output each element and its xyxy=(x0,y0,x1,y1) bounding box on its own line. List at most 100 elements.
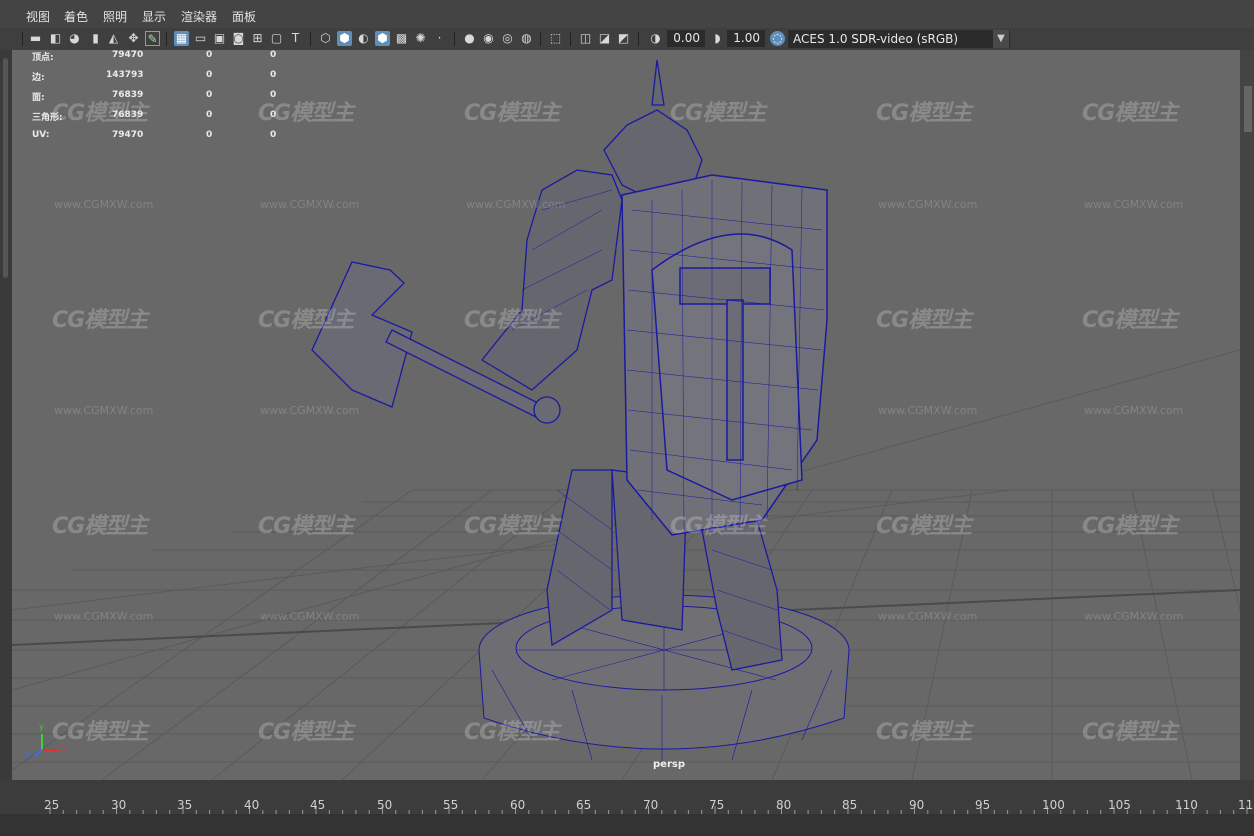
tick-label: 90 xyxy=(909,798,925,812)
film-gate-icon[interactable]: ▭ xyxy=(193,31,208,46)
gamma-field[interactable]: 1.00 xyxy=(727,30,765,47)
hud-value: 0 xyxy=(270,130,277,140)
hud-value: 0 xyxy=(206,70,213,80)
wireframe-on-shaded-icon[interactable]: ◐ xyxy=(356,31,371,46)
gate-mask-icon[interactable]: ◙ xyxy=(231,31,246,46)
shadows-icon[interactable]: ✺ xyxy=(413,31,428,46)
camera-label: persp xyxy=(653,759,685,770)
toolbar-separator xyxy=(454,32,455,46)
scroll-handle[interactable] xyxy=(3,58,8,278)
watermark-url: www.CGMXW.com xyxy=(260,198,360,211)
watermark: CG模型主 xyxy=(876,720,972,745)
color-management-icon[interactable]: ◌ xyxy=(770,31,785,46)
grease-pencil-icon[interactable]: ✎ xyxy=(145,31,160,46)
menu-view[interactable]: 视图 xyxy=(26,8,50,25)
watermark: CG模型主 xyxy=(464,308,560,333)
depth-of-field-icon[interactable]: ◎ xyxy=(500,31,515,46)
tick-label: 40 xyxy=(244,798,260,812)
toolbar-separator xyxy=(570,32,571,46)
watermark-url: www.CGMXW.com xyxy=(260,610,360,623)
tick-label: 85 xyxy=(842,798,858,812)
watermark: CG模型主 xyxy=(670,101,766,126)
camera-lock-icon[interactable]: ◕ xyxy=(67,31,82,46)
hud-value: 76839 xyxy=(112,90,144,100)
hud-value: 0 xyxy=(270,70,277,80)
hud-value: 79470 xyxy=(112,130,144,140)
tick-label: 110 xyxy=(1175,798,1198,812)
hud-value: 143793 xyxy=(106,70,144,80)
watermark-url: www.CGMXW.com xyxy=(878,198,978,211)
watermark: CG模型主 xyxy=(258,308,354,333)
exposure-icon[interactable]: ◑ xyxy=(648,31,663,46)
tick-label: 35 xyxy=(177,798,193,812)
tick-label: 65 xyxy=(576,798,592,812)
bookmark-icon[interactable]: ▮ xyxy=(88,31,103,46)
safe-title-icon[interactable]: T xyxy=(288,31,303,46)
range-slider[interactable] xyxy=(0,814,1254,836)
menu-renderer[interactable]: 渲染器 xyxy=(181,8,217,25)
watermark-url: www.CGMXW.com xyxy=(260,404,360,417)
hud-value: 0 xyxy=(206,90,213,100)
resolution-gate-icon[interactable]: ▣ xyxy=(212,31,227,46)
anti-alias-icon[interactable]: ◉ xyxy=(481,31,496,46)
watermark-url: www.CGMXW.com xyxy=(466,198,566,211)
watermark-url: www.CGMXW.com xyxy=(1084,610,1184,623)
hud-value: 0 xyxy=(206,130,213,140)
viewport-canvas xyxy=(12,59,1240,780)
hud-value: 0 xyxy=(206,110,213,120)
hud-label: 面: xyxy=(32,93,45,103)
isolate-select-icon[interactable]: ◍ xyxy=(519,31,534,46)
gamma-icon[interactable]: ◗ xyxy=(710,31,725,46)
3d-viewport[interactable]: y x z CG模型主 CG模型主 CG模型主 CG模型主 CG模型主 CG模型… xyxy=(12,50,1240,780)
watermark: CG模型主 xyxy=(1082,308,1178,333)
watermark-url: www.CGMXW.com xyxy=(54,404,154,417)
watermark: CG模型主 xyxy=(464,720,560,745)
xray-joints-icon[interactable]: ◪ xyxy=(597,31,612,46)
watermark: CG模型主 xyxy=(1082,101,1178,126)
time-ruler[interactable]: 25 30 35 40 45 50 55 60 65 70 75 80 85 9… xyxy=(0,790,1254,814)
toolbar-separator xyxy=(540,32,541,46)
xray-icon[interactable]: ◫ xyxy=(578,31,593,46)
backface-icon[interactable]: ◩ xyxy=(616,31,631,46)
watermark: CG模型主 xyxy=(258,514,354,539)
safe-action-icon[interactable]: ▢ xyxy=(269,31,284,46)
scroll-handle[interactable] xyxy=(1244,86,1252,132)
watermark-url: www.CGMXW.com xyxy=(1084,404,1184,417)
watermark-url: www.CGMXW.com xyxy=(54,610,154,623)
toolbar-separator xyxy=(638,32,639,46)
textured-icon[interactable]: ⬢ xyxy=(375,31,390,46)
select-camera-icon[interactable]: ⬚ xyxy=(548,31,563,46)
left-scroll-strip xyxy=(0,50,12,780)
menu-show[interactable]: 显示 xyxy=(142,8,166,25)
watermark: CG模型主 xyxy=(1082,720,1178,745)
watermark: CG模型主 xyxy=(464,101,560,126)
chevron-down-icon[interactable]: ▼ xyxy=(993,30,1009,48)
viewport-menu-bar: 视图 着色 照明 显示 渲染器 面板 xyxy=(0,0,1254,28)
tick-label: 60 xyxy=(510,798,526,812)
camera-attr-icon[interactable]: ◧ xyxy=(48,31,63,46)
motion-blur-icon[interactable]: ● xyxy=(462,31,477,46)
menu-shading[interactable]: 着色 xyxy=(64,8,88,25)
use-lights-icon[interactable]: ▩ xyxy=(394,31,409,46)
menu-panels[interactable]: 面板 xyxy=(232,8,256,25)
hud-value: 79470 xyxy=(112,50,144,60)
viewport-toolbar: ▬ ◧ ◕ ▮ ◭ ✥ ✎ ▦ ▭ ▣ ◙ ⊞ ▢ T ⬡ ⬢ ◐ ⬢ ▩ ✺ … xyxy=(0,28,1254,51)
watermark: CG模型主 xyxy=(52,308,148,333)
watermark-url: www.CGMXW.com xyxy=(54,198,154,211)
wireframe-icon[interactable]: ⬡ xyxy=(318,31,333,46)
ambient-occlusion-icon[interactable]: · xyxy=(432,31,447,46)
menu-lighting[interactable]: 照明 xyxy=(103,8,127,25)
field-chart-icon[interactable]: ⊞ xyxy=(250,31,265,46)
exposure-field[interactable]: 0.00 xyxy=(667,30,705,47)
image-plane-icon[interactable]: ◭ xyxy=(106,31,121,46)
view-transform-dropdown[interactable]: ACES 1.0 SDR-video (sRGB) xyxy=(788,30,1010,48)
tick-label: 95 xyxy=(975,798,991,812)
smooth-shade-icon[interactable]: ⬢ xyxy=(337,31,352,46)
watermark: CG模型主 xyxy=(876,514,972,539)
2d-pan-icon[interactable]: ✥ xyxy=(126,31,141,46)
camera-icon[interactable]: ▬ xyxy=(28,31,43,46)
grid-icon[interactable]: ▦ xyxy=(174,31,189,46)
time-slider[interactable]: 25 30 35 40 45 50 55 60 65 70 75 80 85 9… xyxy=(0,780,1254,836)
hud-value: 0 xyxy=(270,90,277,100)
tick-label: 50 xyxy=(377,798,393,812)
